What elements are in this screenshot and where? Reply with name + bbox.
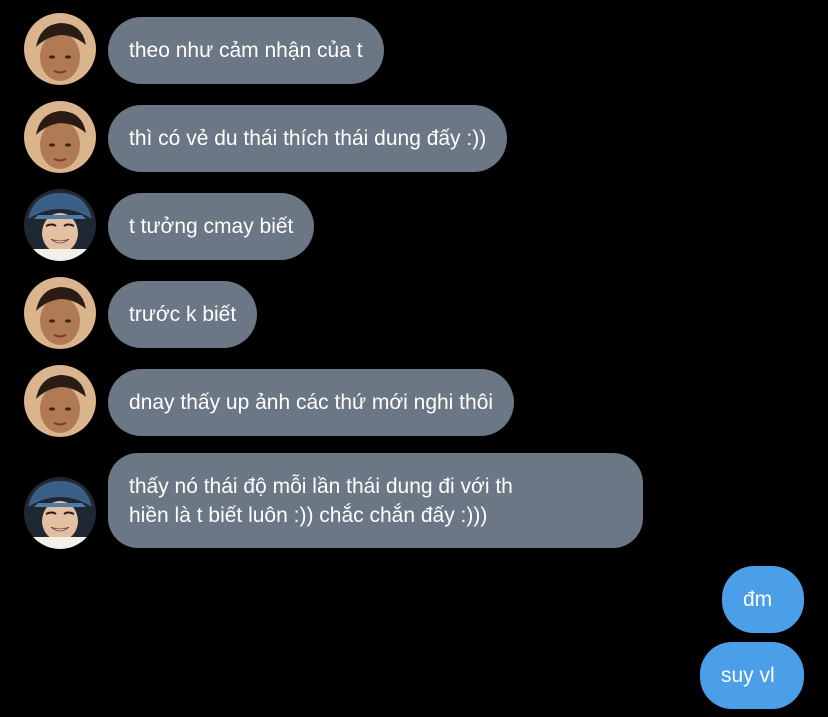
- avatar[interactable]: [24, 189, 96, 261]
- outgoing-message-bubble[interactable]: đm: [722, 566, 804, 633]
- avatar[interactable]: [24, 277, 96, 349]
- message-row: theo như cảm nhận của t: [0, 0, 828, 90]
- incoming-message-bubble[interactable]: thì có vẻ du thái thích thái dung đấy :)…: [108, 105, 508, 172]
- avatar[interactable]: [24, 365, 96, 437]
- incoming-message-bubble[interactable]: dnay thấy up ảnh các thứ mới nghi thôi: [108, 369, 515, 436]
- avatar[interactable]: [24, 101, 96, 173]
- avatar[interactable]: [24, 13, 96, 85]
- incoming-message-bubble[interactable]: theo như cảm nhận của t: [108, 17, 384, 84]
- outgoing-message-bubble[interactable]: suy vl: [700, 642, 804, 709]
- message-line: hiền là t biết luôn :)) chắc chắn đấy :)…: [129, 504, 488, 527]
- incoming-message-bubble[interactable]: thấy nó thái độ mỗi lần thái dung đi với…: [108, 453, 643, 548]
- message-line: thấy nó thái độ mỗi lần thái dung đi với…: [129, 475, 513, 498]
- avatar[interactable]: [24, 477, 96, 549]
- incoming-message-bubble[interactable]: t tưởng cmay biết: [108, 193, 315, 260]
- incoming-message-bubble[interactable]: trước k biết: [108, 281, 258, 348]
